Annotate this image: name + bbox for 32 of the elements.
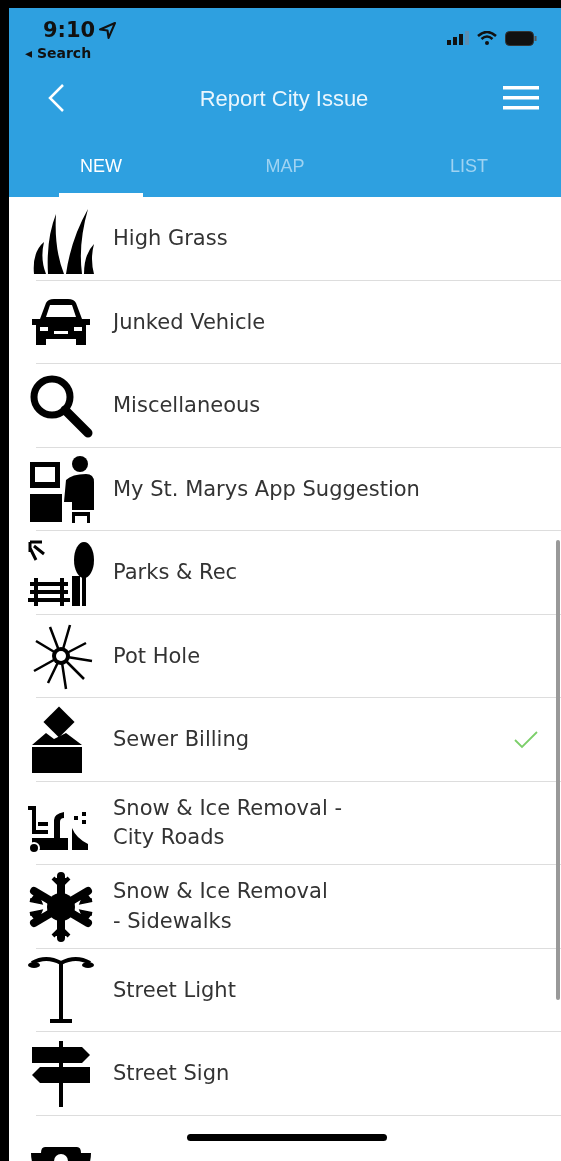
issue-type-item[interactable]: Snow & Ice Removal - Sidewalks (9, 865, 561, 949)
issue-type-item[interactable]: Pot Hole (9, 614, 561, 698)
issue-type-label: Street Light (113, 976, 237, 1004)
issue-type-item[interactable]: My St. Marys App Suggestion (9, 447, 561, 531)
location-arrow-icon (99, 22, 117, 39)
issue-type-label: Miscellaneous (113, 392, 262, 420)
issue-type-label: Snow & Ice Removal - Sidewalks (113, 878, 329, 935)
issue-type-item[interactable]: Junked Vehicle (9, 280, 561, 364)
issue-type-item[interactable]: Miscellaneous (9, 364, 561, 448)
issue-type-label: Pot Hole (113, 642, 202, 670)
battery-icon (505, 30, 537, 46)
street-lamp-icon (26, 955, 96, 1026)
issue-type-label: Junked Vehicle (113, 308, 267, 336)
status-time: 9:10 (43, 20, 96, 41)
issue-type-label: Sewer Billing (113, 726, 251, 754)
back-to-search-link[interactable]: ◂ Search (25, 46, 117, 60)
issue-type-item[interactable]: Snow & Ice Removal - City Roads (9, 781, 561, 865)
screen-title: Report City Issue (199, 84, 369, 113)
issue-type-item[interactable]: High Grass (9, 197, 561, 281)
signal-icon (447, 31, 469, 45)
issue-type-label: Parks & Rec (113, 559, 239, 587)
back-chevron-icon[interactable] (47, 83, 65, 113)
issue-type-item[interactable]: Parks & Rec (9, 531, 561, 615)
issue-type-label: Snow & Ice Removal - City Roads (113, 794, 343, 852)
menu-icon[interactable] (503, 86, 539, 110)
issue-type-label: Street Sign (113, 1060, 231, 1088)
issue-type-item[interactable]: Sewer Billing (9, 698, 561, 782)
issue-type-item[interactable]: Street Sign (9, 1032, 561, 1116)
issue-type-label: High Grass (113, 225, 229, 253)
issue-type-label: My St. Marys App Suggestion (113, 475, 421, 503)
wifi-icon (477, 31, 497, 45)
issue-type-item[interactable]: Street Light (9, 948, 561, 1032)
